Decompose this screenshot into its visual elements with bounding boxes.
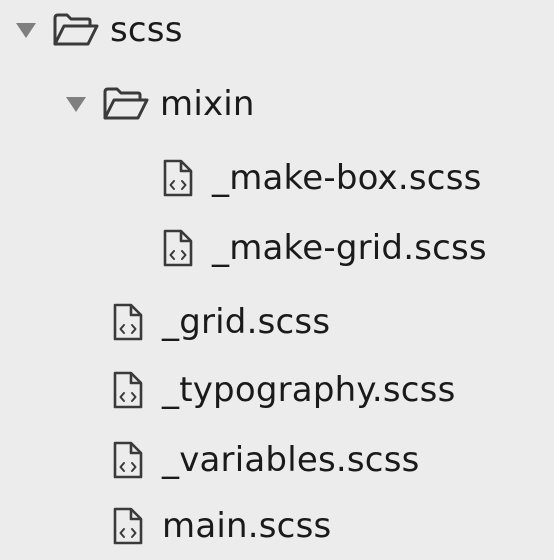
tree-item-file[interactable]: _typography.scss <box>112 360 455 420</box>
tree-item-label: scss <box>110 10 183 50</box>
tree-item-mixin-folder[interactable]: mixin <box>64 74 255 134</box>
tree-item-label: _make-box.scss <box>212 158 482 198</box>
tree-item-file[interactable]: _grid.scss <box>112 292 330 352</box>
folder-open-icon <box>52 12 100 48</box>
tree-item-file[interactable]: _make-grid.scss <box>162 218 487 278</box>
tree-item-file[interactable]: _variables.scss <box>112 430 420 490</box>
tree-item-label: _typography.scss <box>162 370 456 410</box>
code-file-icon <box>112 441 144 479</box>
code-file-icon <box>162 229 194 267</box>
code-file-icon <box>162 159 194 197</box>
code-file-icon <box>112 507 144 545</box>
tree-item-label: _variables.scss <box>162 440 420 480</box>
folder-open-icon <box>102 86 150 122</box>
tree-item-label: _make-grid.scss <box>212 228 487 268</box>
tree-item-scss-folder[interactable]: scss <box>14 0 183 60</box>
tree-item-label: mixin <box>160 84 255 124</box>
tree-item-file[interactable]: _make-box.scss <box>162 148 482 208</box>
code-file-icon <box>112 371 144 409</box>
triangle-down-icon[interactable] <box>64 92 88 116</box>
code-file-icon <box>112 303 144 341</box>
file-tree: scss mixin _make-box.scss _make-grid.scs… <box>0 0 554 560</box>
triangle-down-icon[interactable] <box>14 18 38 42</box>
tree-item-label: main.scss <box>162 506 332 546</box>
tree-item-file[interactable]: main.scss <box>112 496 331 556</box>
tree-item-label: _grid.scss <box>162 302 331 342</box>
